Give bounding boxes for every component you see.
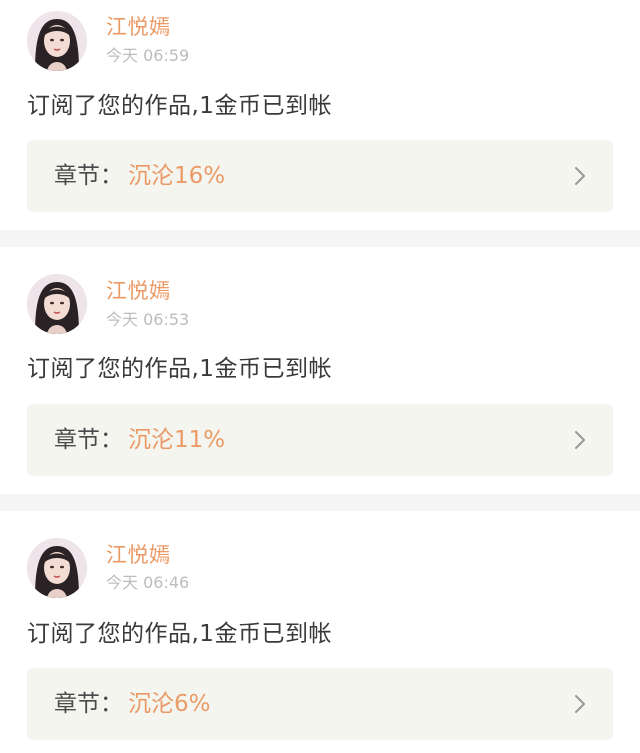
user-name[interactable]: 江悦嫣: [106, 542, 171, 568]
divider: [0, 230, 640, 247]
chapter-link[interactable]: 章节： 沉沦11%: [27, 404, 613, 476]
chapter-link[interactable]: 章节： 沉沦16%: [27, 140, 613, 212]
notification-card: 江悦嫣 今天 06:59 订阅了您的作品,1金币已到帐 章节： 沉沦16%: [0, 0, 640, 230]
timestamp: 今天 06:59: [106, 46, 190, 65]
user-name[interactable]: 江悦嫣: [106, 278, 171, 304]
chapter-link[interactable]: 章节： 沉沦6%: [27, 668, 613, 740]
user-avatar[interactable]: [27, 538, 87, 598]
user-avatar[interactable]: [27, 274, 87, 334]
chevron-right-icon: [575, 167, 585, 185]
avatar-image: [27, 274, 87, 334]
message-text: 订阅了您的作品,1金币已到帐: [27, 93, 332, 119]
chevron-right-icon: [575, 695, 585, 713]
message-text: 订阅了您的作品,1金币已到帐: [27, 356, 332, 382]
timestamp: 今天 06:53: [106, 310, 190, 329]
notification-card: 江悦嫣 今天 06:46 订阅了您的作品,1金币已到帐 章节： 沉沦6%: [0, 511, 640, 753]
chapter-label: 章节：: [54, 427, 123, 453]
avatar-image: [27, 11, 87, 71]
chevron-right-icon: [575, 431, 585, 449]
timestamp: 今天 06:46: [106, 573, 190, 592]
chapter-title: 沉沦16%: [128, 163, 226, 189]
user-name[interactable]: 江悦嫣: [106, 14, 171, 40]
divider: [0, 494, 640, 511]
message-text: 订阅了您的作品,1金币已到帐: [27, 621, 332, 647]
chapter-title: 沉沦6%: [128, 691, 211, 717]
avatar-image: [27, 538, 87, 598]
chapter-label: 章节：: [54, 163, 123, 189]
user-avatar[interactable]: [27, 11, 87, 71]
chapter-label: 章节：: [54, 691, 123, 717]
chapter-title: 沉沦11%: [128, 427, 226, 453]
notification-card: 江悦嫣 今天 06:53 订阅了您的作品,1金币已到帐 章节： 沉沦11%: [0, 247, 640, 493]
